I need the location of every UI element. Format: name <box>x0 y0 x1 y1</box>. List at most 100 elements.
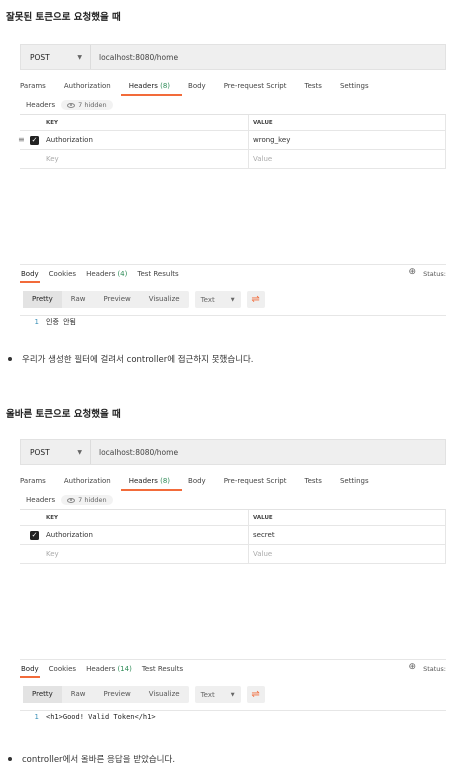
header-key-field[interactable]: Authorization <box>46 136 93 144</box>
headers-table: KEY VALUE ✓ Authorization secret Key Val… <box>20 509 446 564</box>
url-bar: POST ▼ localhost:8080/home <box>20 439 446 465</box>
view-mode-group: Pretty Raw Preview Visualize <box>23 291 189 308</box>
tab-authorization[interactable]: Authorization <box>64 80 119 96</box>
request-panel-wrong-token: POST ▼ localhost:8080/home Params Author… <box>18 44 446 179</box>
table-header-row: KEY VALUE <box>20 115 446 131</box>
eye-icon <box>67 102 76 108</box>
format-select[interactable]: Text ▼ <box>194 686 241 703</box>
response-tabs: Body Cookies Headers (14) Test Results ⊕… <box>20 659 446 678</box>
tab-authorization[interactable]: Authorization <box>64 475 119 491</box>
row-checkbox[interactable]: ✓ <box>30 530 39 540</box>
wrap-lines-icon[interactable]: ⇌ <box>246 686 265 703</box>
value-placeholder-field[interactable]: Value <box>248 150 446 168</box>
col-key-header: KEY <box>46 514 59 521</box>
format-select[interactable]: Text ▼ <box>194 291 241 308</box>
tab-body[interactable]: Body <box>188 475 214 491</box>
chevron-down-icon: ▼ <box>77 53 82 61</box>
tab-headers[interactable]: Headers (8) <box>120 475 183 491</box>
response-tabs: Body Cookies Headers (4) Test Results ⊕ … <box>20 264 446 283</box>
resp-tab-headers-label: Headers <box>86 269 116 278</box>
tab-body[interactable]: Body <box>188 80 214 96</box>
bullet-text: 우리가 생성한 필터에 걸려서 controller에 접근하지 못했습니다. <box>22 355 254 365</box>
bullet-dot <box>8 357 12 361</box>
headers-label: Headers <box>26 101 56 109</box>
tab-headers[interactable]: Headers (8) <box>120 80 183 96</box>
response-panel-valid-token: Body Cookies Headers (14) Test Results ⊕… <box>20 659 446 723</box>
wrap-lines-icon[interactable]: ⇌ <box>246 291 265 308</box>
tab-settings[interactable]: Settings <box>340 475 377 491</box>
view-visualize-button[interactable]: Visualize <box>140 686 189 703</box>
method-label: POST <box>30 447 50 457</box>
resp-tab-test-results[interactable]: Test Results <box>141 662 184 676</box>
hidden-headers-toggle[interactable]: 7 hidden <box>61 100 113 110</box>
hidden-count-label: 7 hidden <box>78 496 107 504</box>
view-raw-button[interactable]: Raw <box>62 686 95 703</box>
col-key-header: KEY <box>46 119 59 126</box>
header-value-field[interactable]: secret <box>248 526 446 544</box>
globe-icon[interactable]: ⊕ <box>408 662 416 672</box>
url-input[interactable]: localhost:8080/home <box>91 53 178 62</box>
headers-label: Headers <box>26 496 56 504</box>
headers-subheader: Headers 7 hidden <box>26 495 113 505</box>
response-code: 인증 안됨 <box>46 317 76 326</box>
response-body-line: 1 인증 안됨 <box>20 315 446 327</box>
check-icon: ✓ <box>31 135 38 144</box>
response-code: <h1>Good! Valid Token</h1> <box>46 712 156 721</box>
tab-pre-request-script[interactable]: Pre-request Script <box>224 475 295 491</box>
resp-tab-body[interactable]: Body <box>20 267 40 283</box>
bullet-note-wrong-token: 우리가 생성한 필터에 걸려서 controller에 접근하지 못했습니다. <box>8 353 254 365</box>
tab-settings[interactable]: Settings <box>340 80 377 96</box>
hidden-headers-toggle[interactable]: 7 hidden <box>61 495 113 505</box>
value-placeholder-field[interactable]: Value <box>248 545 446 563</box>
view-visualize-button[interactable]: Visualize <box>140 291 189 308</box>
chevron-down-icon: ▼ <box>230 296 235 303</box>
drag-handle-icon[interactable]: ≡ <box>18 136 25 144</box>
tab-tests[interactable]: Tests <box>305 80 330 96</box>
col-value-header: VALUE <box>248 115 446 130</box>
resp-tab-headers-count: (14) <box>117 664 132 673</box>
resp-tab-cookies[interactable]: Cookies <box>48 662 77 676</box>
response-body-line: 1 <h1>Good! Valid Token</h1> <box>20 710 446 722</box>
view-raw-button[interactable]: Raw <box>62 291 95 308</box>
url-input[interactable]: localhost:8080/home <box>91 448 178 457</box>
format-label: Text <box>200 295 215 304</box>
tab-headers-label: Headers <box>128 82 158 90</box>
resp-tab-body[interactable]: Body <box>20 662 40 678</box>
bullet-note-valid-token: controller에서 올바른 응답을 받았습니다. <box>8 753 175 765</box>
section-heading-wrong-token: 잘못된 토큰으로 요청했을 때 <box>6 12 121 23</box>
eye-icon <box>67 497 76 503</box>
bullet-text: controller에서 올바른 응답을 받았습니다. <box>22 755 176 765</box>
col-value-header: VALUE <box>248 510 446 525</box>
tab-tests[interactable]: Tests <box>305 475 330 491</box>
resp-tab-headers[interactable]: Headers (14) <box>85 662 133 676</box>
view-pretty-button[interactable]: Pretty <box>23 686 62 703</box>
resp-tab-headers[interactable]: Headers (4) <box>85 267 128 281</box>
view-toolbar: Pretty Raw Preview Visualize Text ▼ ⇌ <box>23 686 265 703</box>
tab-headers-count: (8) <box>160 477 171 485</box>
table-row: ✓ Authorization secret <box>20 526 446 545</box>
table-row-empty: Key Value <box>20 150 446 169</box>
bullet-dot <box>8 757 12 761</box>
key-placeholder-field[interactable]: Key <box>46 550 59 558</box>
view-mode-group: Pretty Raw Preview Visualize <box>23 686 189 703</box>
header-value-field[interactable]: wrong_key <box>248 131 446 149</box>
view-preview-button[interactable]: Preview <box>95 291 140 308</box>
method-select[interactable]: POST ▼ <box>21 440 91 464</box>
header-key-field[interactable]: Authorization <box>46 531 93 539</box>
method-select[interactable]: POST ▼ <box>21 45 91 69</box>
view-preview-button[interactable]: Preview <box>95 686 140 703</box>
resp-tab-cookies[interactable]: Cookies <box>48 267 77 281</box>
globe-icon[interactable]: ⊕ <box>408 267 416 277</box>
resp-tab-headers-count: (4) <box>117 269 128 278</box>
tab-params[interactable]: Params <box>20 475 54 491</box>
line-number: 1 <box>34 317 39 326</box>
row-checkbox[interactable]: ✓ <box>30 135 39 145</box>
tab-pre-request-script[interactable]: Pre-request Script <box>224 80 295 96</box>
resp-tab-test-results[interactable]: Test Results <box>136 267 179 281</box>
tab-headers-label: Headers <box>128 477 158 485</box>
key-placeholder-field[interactable]: Key <box>46 155 59 163</box>
headers-subheader: Headers 7 hidden <box>26 100 113 110</box>
view-pretty-button[interactable]: Pretty <box>23 291 62 308</box>
url-bar: POST ▼ localhost:8080/home <box>20 44 446 70</box>
tab-params[interactable]: Params <box>20 80 54 96</box>
